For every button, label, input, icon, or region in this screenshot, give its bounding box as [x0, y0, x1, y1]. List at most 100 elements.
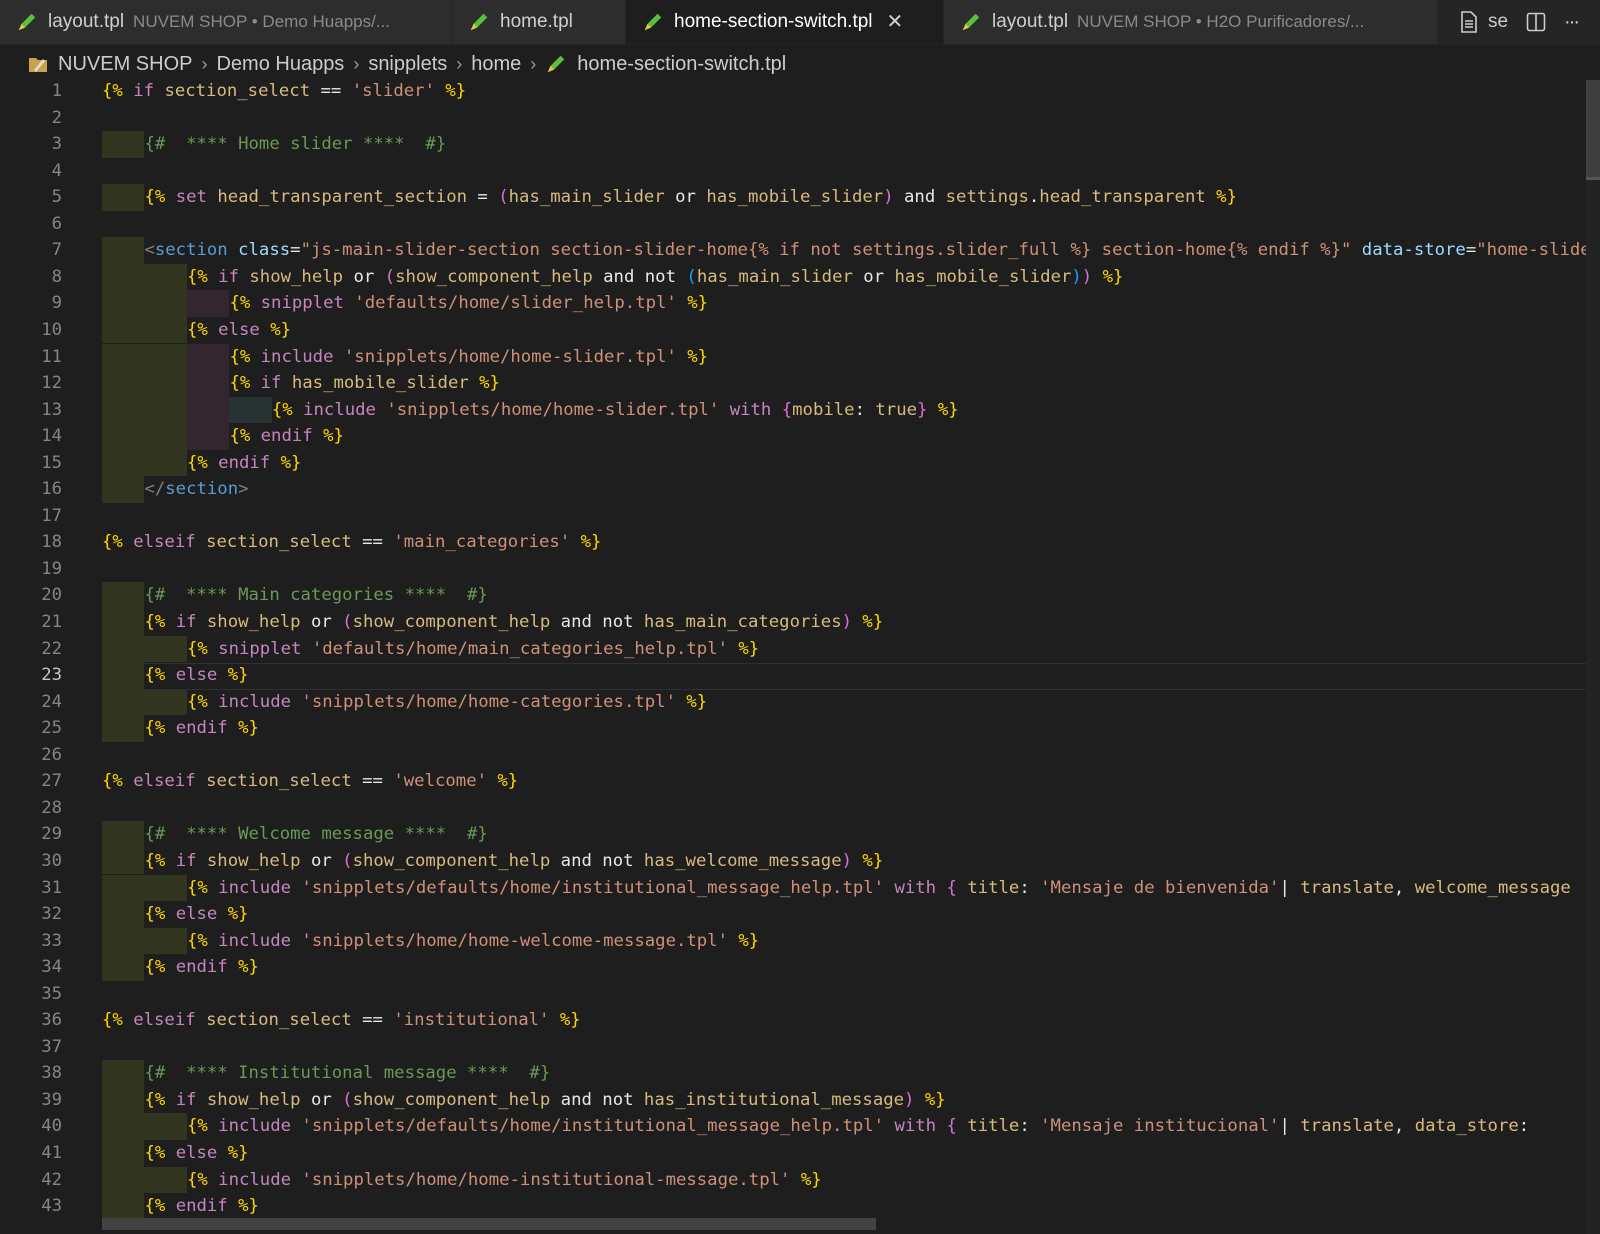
tab-title: home.tpl [500, 11, 573, 32]
code-line: {% else %} [144, 901, 248, 928]
indent-guide [144, 290, 187, 317]
indent-guide [102, 901, 145, 928]
indent-guide [144, 874, 187, 902]
code-token: include [218, 1169, 292, 1190]
code-line: {% elseif section_select == 'main_catego… [102, 529, 601, 556]
code-token: %} [924, 1089, 946, 1110]
vertical-scrollbar[interactable] [1586, 80, 1600, 1234]
line-number: 7 [51, 240, 62, 261]
horizontal-scrollbar[interactable] [102, 1218, 876, 1230]
indent-guide [102, 954, 145, 981]
code-token: endif [218, 452, 271, 473]
code-token: include [260, 346, 334, 367]
tab-overflow-label: se [1487, 11, 1509, 32]
code-token: %} [280, 452, 302, 473]
code-token: %} [687, 293, 709, 314]
code-token: if [133, 81, 155, 101]
code-token: : [1019, 877, 1030, 898]
code-line: </section> [144, 476, 248, 503]
code-line: {% include 'snipplets/home/home-institut… [187, 1167, 822, 1194]
code-token: not [602, 1089, 634, 1110]
pencil-icon [644, 13, 662, 31]
code-token: or [310, 850, 332, 871]
breadcrumb-separator: › [530, 53, 537, 74]
line-number: 6 [51, 213, 62, 234]
code-token: with [894, 1116, 937, 1137]
code-token: {% [186, 452, 208, 473]
code-token: ) [904, 1089, 915, 1110]
indent-guide [102, 635, 145, 663]
code-token: ) [883, 187, 894, 208]
indent-guide [102, 237, 145, 264]
tab-layout-demo[interactable]: layout.tpl NUVEM SHOP • Demo Huapps/... [0, 0, 452, 44]
code-line: {% if section_select == 'slider' %} [102, 80, 466, 105]
more-actions-button[interactable]: ··· [1564, 11, 1580, 34]
indent-guide [144, 1113, 187, 1140]
code-token: or [310, 612, 332, 632]
indent-guide [144, 688, 187, 716]
indent-guide [102, 1060, 145, 1087]
indent-guide [102, 316, 145, 344]
code-editor[interactable]: 1 2 3 4 5 6 7 8 9 10 11 12 13 14 15 16 17 18 19 20 21 22 23 24 2… [0, 80, 1600, 1234]
code-token: include [218, 691, 292, 712]
breadcrumb-item[interactable]: Demo Huapps [216, 53, 344, 76]
code-line: {% include 'snipplets/home/home-slider.t… [229, 344, 708, 371]
pencil-icon [962, 13, 980, 31]
breadcrumb-item-current[interactable]: home-section-switch.tpl [577, 53, 786, 76]
tab-layout-h2o[interactable]: layout.tpl NUVEM SHOP • H2O Purificadore… [944, 0, 1438, 44]
code-token: {# **** Institutional message **** #} [144, 1063, 551, 1084]
breadcrumb-item[interactable]: NUVEM SHOP [58, 53, 192, 76]
open-tab-overflow[interactable]: se [1460, 11, 1508, 33]
tab-home-section-switch[interactable]: home-section-switch.tpl ✕ [626, 0, 944, 44]
indent-guide [144, 423, 187, 450]
pencil-icon [548, 55, 565, 73]
breadcrumb-item[interactable]: home [471, 53, 521, 76]
code-token: snipplet [260, 293, 344, 314]
indent-guide [144, 370, 187, 397]
code-token: == [362, 532, 383, 553]
pencil-icon [18, 13, 36, 31]
indent-guide [102, 715, 145, 742]
line-number: 32 [41, 904, 62, 925]
code-token: == [320, 81, 342, 101]
code-line: {# **** Welcome message **** #} [144, 821, 487, 848]
split-editor-button[interactable] [1526, 12, 1546, 32]
code-token: and [904, 187, 936, 208]
line-number: 41 [41, 1143, 62, 1163]
indent-guide [102, 1086, 145, 1114]
indent-guide [186, 370, 230, 397]
breadcrumb-item[interactable]: snipplets [368, 53, 447, 76]
code-token: with [729, 399, 772, 420]
code-token: has_main_slider [696, 266, 853, 287]
line-number: 21 [41, 612, 62, 632]
code-token: . [1028, 187, 1040, 208]
indent-guide [186, 423, 230, 450]
code-token: %} [227, 904, 249, 925]
code-token: | [1279, 1116, 1290, 1137]
code-token: { [781, 399, 793, 420]
code-token: else [218, 319, 260, 340]
code-token: has_main_categories [643, 612, 842, 632]
scrollbar-thumb[interactable] [1586, 80, 1600, 180]
close-icon[interactable]: ✕ [887, 12, 904, 32]
code-line: {% endif %} [229, 423, 343, 450]
tab-home[interactable]: home.tpl [452, 0, 626, 44]
code-token: class [238, 240, 291, 261]
